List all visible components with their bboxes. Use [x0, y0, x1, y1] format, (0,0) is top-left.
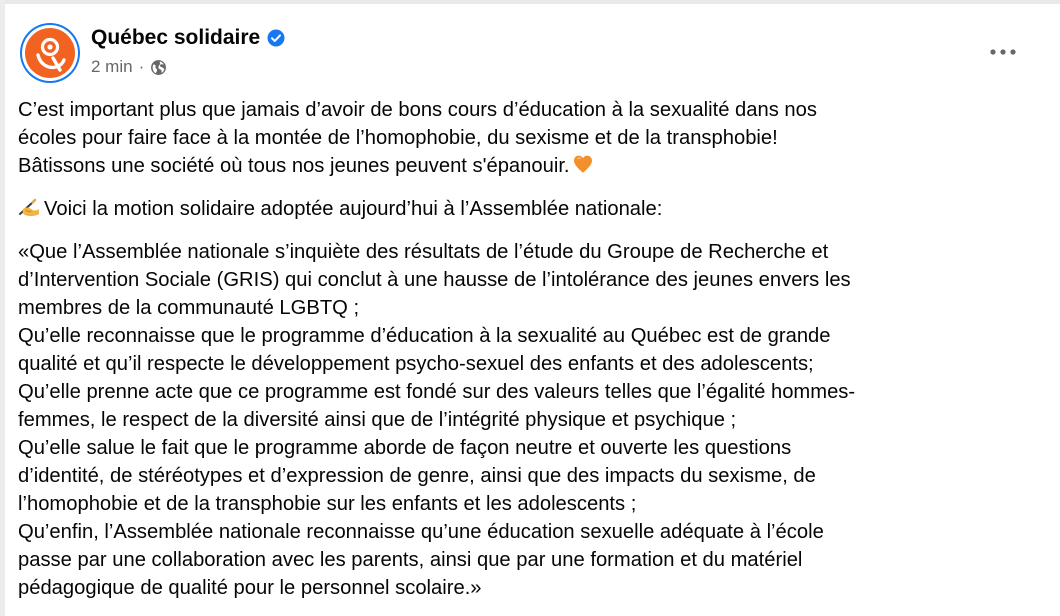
- post-text-line: Bâtissons une société où tous nos jeunes…: [18, 155, 570, 177]
- more-options-icon: [990, 49, 1016, 55]
- post-text-line: Qu’elle salue le fait que le programme a…: [18, 437, 792, 459]
- post-text-line: d’identité, de stéréotypes et d’expressi…: [18, 465, 816, 487]
- quebec-solidaire-logo-icon: [25, 28, 75, 78]
- verified-badge-icon: [267, 29, 285, 47]
- globe-icon[interactable]: [150, 59, 167, 76]
- post-text-line: Qu’elle prenne acte que ce programme est…: [18, 381, 856, 403]
- post-text-line: d’Intervention Sociale (GRIS) qui conclu…: [18, 269, 851, 291]
- post-text-line: C’est important plus que jamais d’avoir …: [18, 99, 817, 121]
- post-text-line: l’homophobie et de la transphobie sur le…: [18, 493, 637, 515]
- post-text-line: membres de la communauté LGBTQ ;: [18, 297, 360, 319]
- page-name[interactable]: Québec solidaire: [91, 26, 260, 50]
- orange-heart-emoji-icon: [572, 153, 594, 183]
- post-timestamp[interactable]: 2 min: [91, 57, 133, 77]
- post-text-line: écoles pour faire face à la montée de l’…: [18, 127, 778, 149]
- post-screenshot: Québec solidaire 2 min · C’est important…: [0, 0, 1060, 616]
- post-text-line: Qu’elle reconnaisse que le programme d’é…: [18, 325, 831, 347]
- post-text-line-with-emoji: Voici la motion solidaire adoptée aujour…: [18, 195, 1048, 226]
- post-paragraph-motion-text: «Que l’Assemblée nationale s’inquiète de…: [18, 238, 1048, 602]
- post-text-line: Voici la motion solidaire adoptée aujour…: [44, 198, 663, 220]
- post-text-line: femmes, le respect de la diversité ainsi…: [18, 409, 737, 431]
- post-body: C’est important plus que jamais d’avoir …: [18, 96, 1048, 602]
- page-avatar[interactable]: [20, 23, 80, 83]
- more-options-button[interactable]: [981, 36, 1025, 68]
- post-text-line: Qu’enfin, l’Assemblée nationale reconnai…: [18, 521, 824, 543]
- page-name-row: Québec solidaire: [91, 26, 285, 50]
- post-meta: 2 min ·: [91, 57, 167, 77]
- writing-hand-emoji-icon: [18, 196, 42, 226]
- meta-separator: ·: [138, 57, 145, 76]
- post-paragraph-motion-intro: Voici la motion solidaire adoptée aujour…: [18, 195, 1048, 226]
- post-text-line: passe par une collaboration avec les par…: [18, 549, 803, 571]
- post-text-line: «Que l’Assemblée nationale s’inquiète de…: [18, 241, 829, 263]
- post-text-line-with-emoji: Bâtissons une société où tous nos jeunes…: [18, 152, 1048, 183]
- post-paragraph-intro: C’est important plus que jamais d’avoir …: [18, 96, 1048, 183]
- facebook-post: Québec solidaire 2 min · C’est important…: [5, 4, 1060, 616]
- post-text-line: qualité et qu’il respecte le développeme…: [18, 353, 814, 375]
- post-text-line: pédagogique de qualité pour le personnel…: [18, 577, 482, 599]
